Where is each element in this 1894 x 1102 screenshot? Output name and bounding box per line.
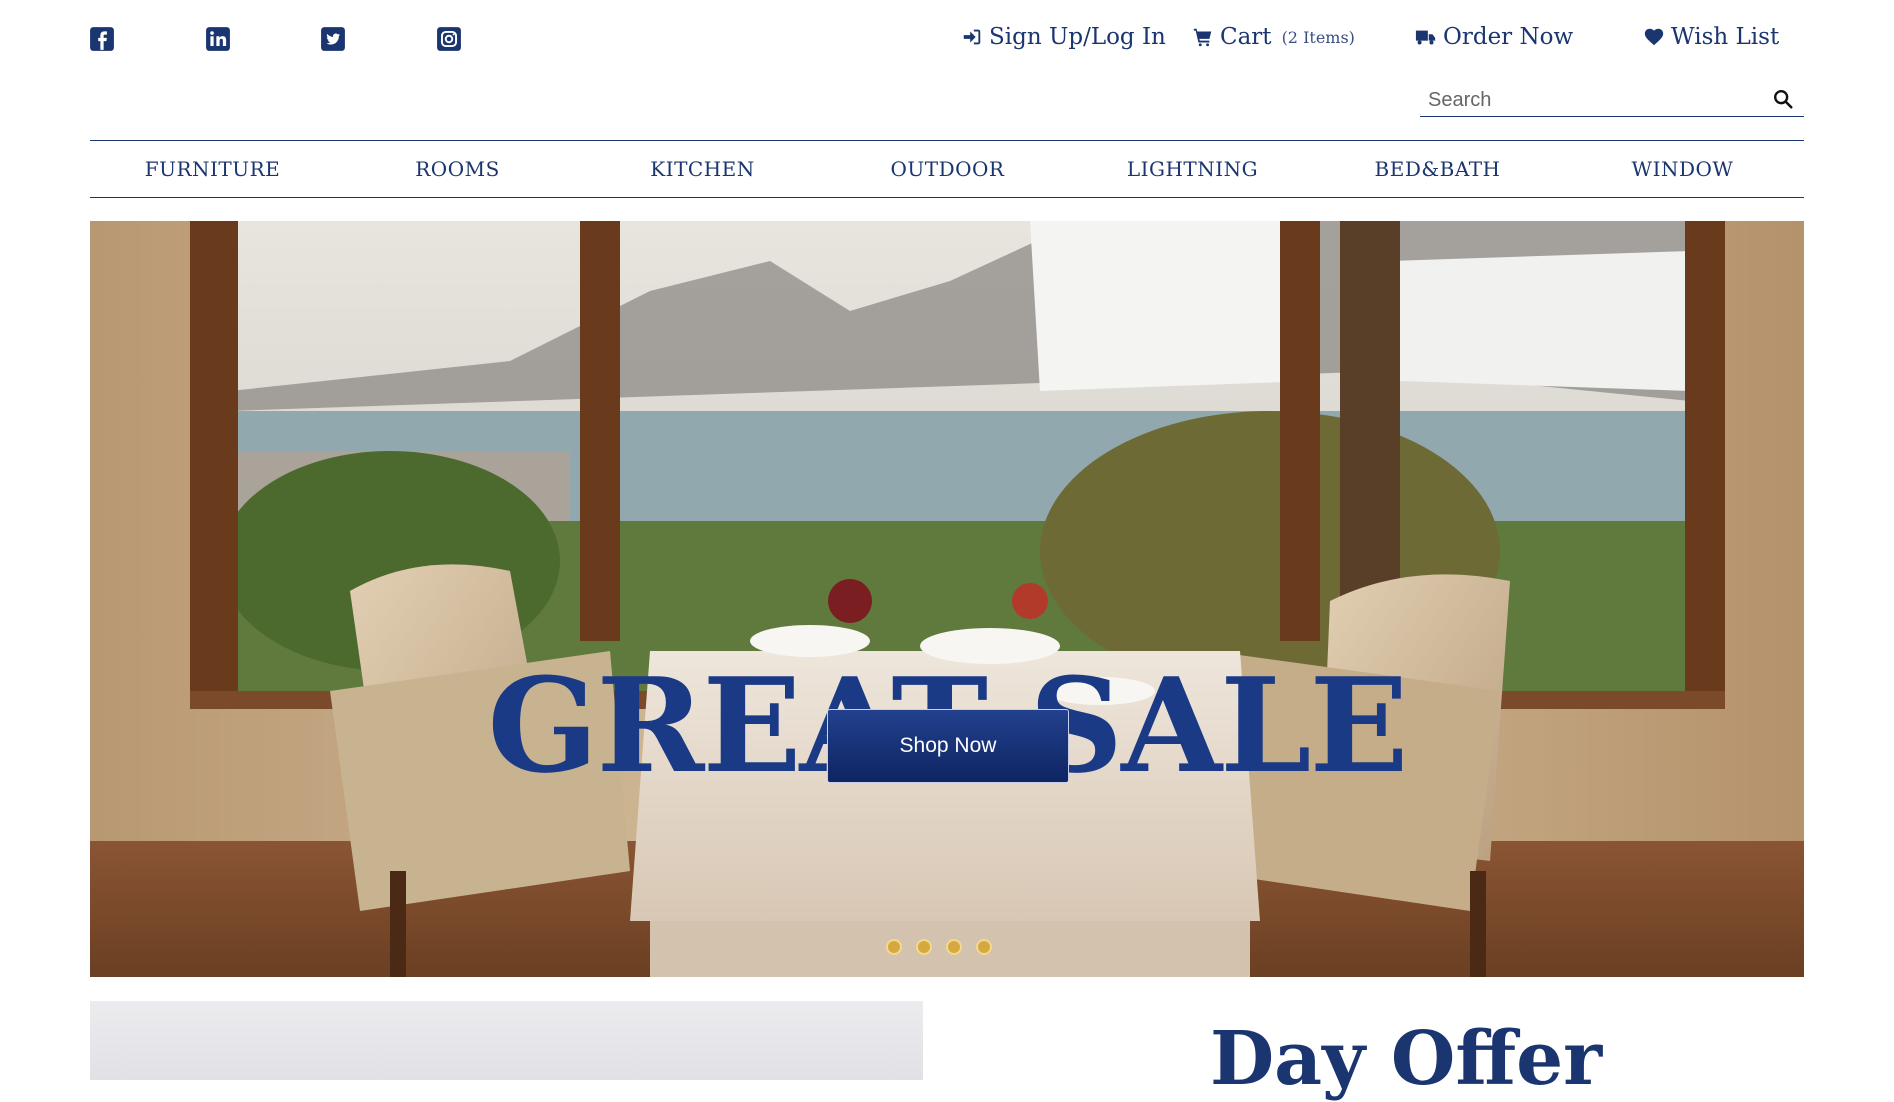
- main-nav: FURNITURE ROOMS KITCHEN OUTDOOR LIGHTNIN…: [90, 140, 1804, 198]
- carousel-dot-3[interactable]: [946, 939, 962, 955]
- carousel-dot-1[interactable]: [886, 939, 902, 955]
- nav-item-kitchen[interactable]: KITCHEN: [580, 141, 825, 197]
- shop-now-button[interactable]: Shop Now: [827, 709, 1069, 783]
- nav-item-outdoor[interactable]: OUTDOOR: [825, 141, 1070, 197]
- day-offer-image: [90, 1001, 923, 1080]
- signup-login-link[interactable]: Sign Up/Log In: [961, 24, 1166, 50]
- order-now-label: Order Now: [1443, 24, 1574, 50]
- signup-login-label: Sign Up/Log In: [989, 24, 1166, 50]
- hero-image: [90, 221, 1804, 977]
- carousel-dot-4[interactable]: [976, 939, 992, 955]
- carousel-dot-2[interactable]: [916, 939, 932, 955]
- order-now-link[interactable]: Order Now: [1415, 24, 1573, 50]
- heart-icon: [1644, 28, 1664, 46]
- cart-count: (2 Items): [1281, 27, 1355, 47]
- nav-item-window[interactable]: WINDOW: [1560, 141, 1805, 197]
- wish-list-link[interactable]: Wish List: [1643, 24, 1779, 50]
- nav-item-bed-bath[interactable]: BED&BATH: [1315, 141, 1560, 197]
- cart-link[interactable]: Cart (2 Items): [1192, 24, 1355, 50]
- sign-in-icon: [963, 29, 981, 45]
- wish-list-label: Wish List: [1671, 24, 1780, 50]
- cart-label: Cart: [1220, 24, 1272, 50]
- nav-item-furniture[interactable]: FURNITURE: [90, 141, 335, 197]
- cart-icon: [1193, 28, 1212, 47]
- day-offer-title: Day Offer: [1210, 1016, 1603, 1102]
- truck-icon: [1415, 30, 1436, 45]
- carousel-dots: [886, 939, 992, 955]
- nav-item-rooms[interactable]: ROOMS: [335, 141, 580, 197]
- search-icon[interactable]: [1772, 88, 1794, 110]
- nav-item-lightning[interactable]: LIGHTNING: [1070, 141, 1315, 197]
- top-links: Sign Up/Log In Cart (2 Items) Order Now …: [0, 24, 1894, 58]
- search-input[interactable]: [1426, 86, 1750, 114]
- hero-banner: GREAT SALE Shop Now: [90, 221, 1804, 977]
- search-bar: [1420, 84, 1804, 117]
